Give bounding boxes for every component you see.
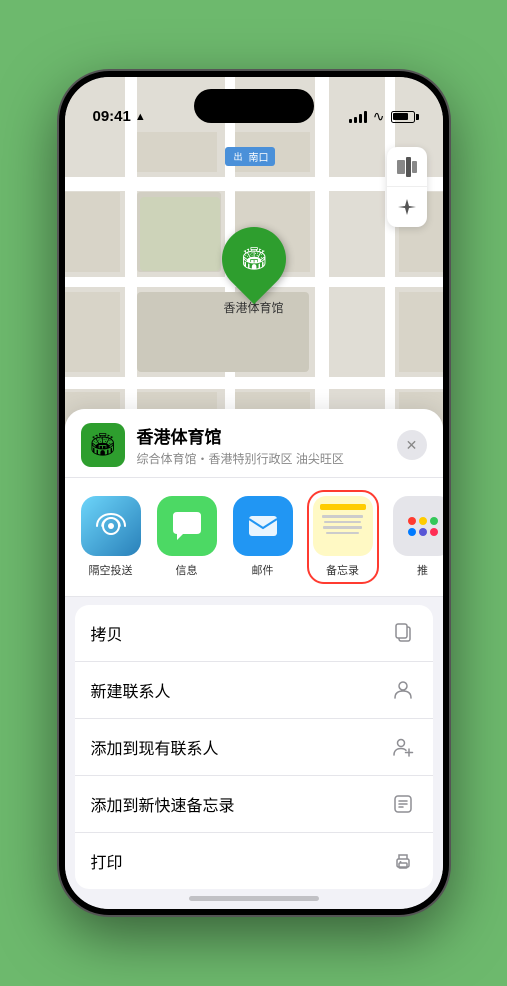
more-icon [393, 496, 443, 556]
sheet-header: 🏟 香港体育馆 综合体育馆・香港特别行政区 油尖旺区 ✕ [65, 409, 443, 478]
action-add-contact[interactable]: 添加到现有联系人 [75, 719, 433, 776]
battery-icon [391, 111, 415, 123]
pin-circle: 🏟 [208, 214, 299, 305]
phone-screen: 09:41 ▲ ∿ [65, 77, 443, 909]
map-label-prefix: 出 [231, 149, 246, 164]
venue-info: 香港体育馆 综合体育馆・香港特别行政区 油尖旺区 [137, 423, 385, 467]
action-copy[interactable]: 拷贝 [75, 605, 433, 662]
location-arrow-icon: ▲ [135, 111, 146, 123]
mail-icon [233, 496, 293, 556]
action-print[interactable]: 打印 [75, 833, 433, 889]
location-button[interactable] [387, 187, 427, 227]
mail-label: 邮件 [252, 562, 274, 578]
airdrop-icon [81, 496, 141, 556]
venue-icon: 🏟 [81, 423, 125, 467]
action-quick-note-label: 添加到新快速备忘录 [91, 792, 235, 816]
share-item-messages[interactable]: 信息 [157, 496, 217, 578]
map-type-button[interactable] [387, 147, 427, 187]
action-print-label: 打印 [91, 849, 123, 873]
status-icons: ∿ [349, 108, 415, 125]
person-add-icon [389, 733, 417, 761]
share-item-airdrop[interactable]: 隔空投送 [81, 496, 141, 578]
note-icon [389, 790, 417, 818]
action-list: 拷贝 新建联系人 [75, 605, 433, 889]
map-label: 出 南口 [225, 147, 275, 166]
venue-desc: 综合体育馆・香港特别行政区 油尖旺区 [137, 450, 385, 467]
pin-icon: 🏟 [240, 246, 268, 272]
wifi-icon: ∿ [373, 108, 385, 125]
print-icon [389, 847, 417, 875]
notes-label: 备忘录 [326, 562, 359, 578]
bottom-sheet: 🏟 香港体育馆 综合体育馆・香港特别行政区 油尖旺区 ✕ [65, 409, 443, 909]
action-new-contact-label: 新建联系人 [91, 678, 171, 702]
location-pin: 🏟 香港体育馆 [222, 227, 286, 316]
home-indicator [189, 896, 319, 901]
messages-icon [157, 496, 217, 556]
close-icon: ✕ [406, 437, 418, 454]
map-label-text: 南口 [249, 149, 269, 164]
messages-label: 信息 [176, 562, 198, 578]
status-time: 09:41 [93, 108, 131, 125]
share-item-more[interactable]: 推 [393, 496, 443, 578]
close-button[interactable]: ✕ [397, 430, 427, 460]
copy-icon [389, 619, 417, 647]
share-item-notes[interactable]: 备忘录 [309, 492, 377, 582]
action-copy-label: 拷贝 [91, 621, 123, 645]
map-controls [387, 147, 427, 227]
notes-icon [313, 496, 373, 556]
share-row: 隔空投送 信息 [65, 478, 443, 597]
share-item-mail[interactable]: 邮件 [233, 496, 293, 578]
airdrop-label: 隔空投送 [89, 562, 133, 578]
venue-name: 香港体育馆 [137, 423, 385, 448]
dynamic-island [194, 89, 314, 123]
venue-icon-emoji: 🏟 [89, 432, 117, 458]
signal-bars-icon [349, 111, 367, 123]
phone-frame: 09:41 ▲ ∿ [59, 71, 449, 915]
action-new-contact[interactable]: 新建联系人 [75, 662, 433, 719]
person-icon [389, 676, 417, 704]
action-add-contact-label: 添加到现有联系人 [91, 735, 219, 759]
more-label: 推 [417, 562, 428, 578]
action-quick-note[interactable]: 添加到新快速备忘录 [75, 776, 433, 833]
